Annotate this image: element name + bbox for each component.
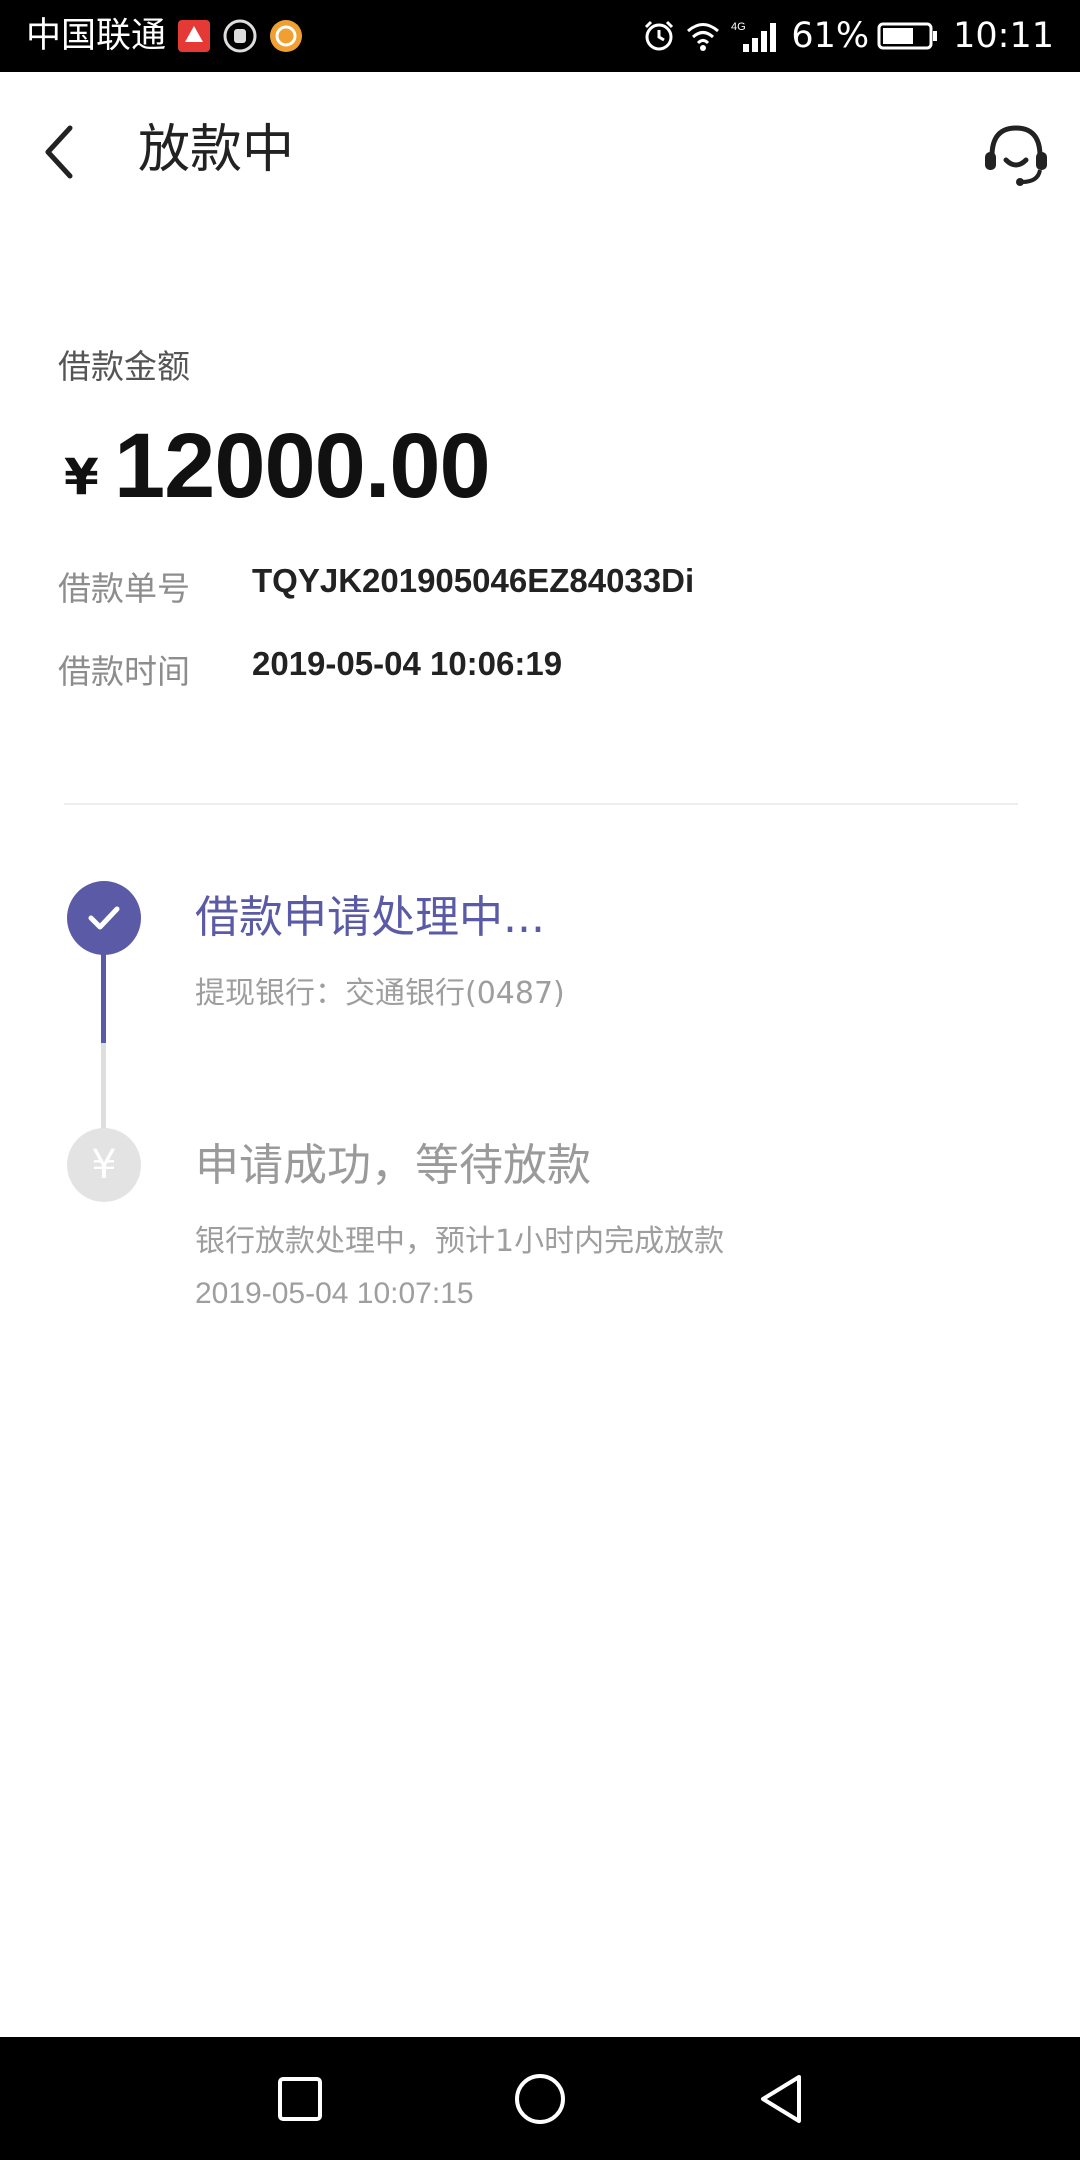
customer-service-button[interactable] <box>980 120 1052 192</box>
divider <box>64 803 1018 805</box>
back-button[interactable] <box>30 114 86 190</box>
battery-percent: 61% <box>791 16 870 56</box>
recent-apps-button[interactable] <box>262 2061 338 2137</box>
loan-amount: 12000.00 <box>114 415 491 517</box>
app-notification-icon <box>178 20 211 52</box>
order-number-label: 借款单号 <box>58 569 190 608</box>
signal-icon: 4G <box>731 21 777 52</box>
step-title: 借款申请处理中... <box>195 892 545 943</box>
step-subtitle: 银行放款处理中，预计1小时内完成放款 <box>195 1224 725 1259</box>
currency-symbol: ¥ <box>64 448 99 506</box>
yuan-icon: ¥ <box>91 1142 117 1188</box>
system-nav-bar <box>0 2037 1080 2160</box>
loan-time-label: 借款时间 <box>58 652 190 691</box>
chevron-left-icon <box>45 125 73 179</box>
circle-icon <box>515 2074 565 2124</box>
status-left: 中国联通 <box>26 0 304 72</box>
square-icon <box>278 2077 322 2121</box>
clock: 10:11 <box>953 16 1054 56</box>
wifi-icon <box>687 23 720 51</box>
page-title: 放款中 <box>138 120 295 180</box>
carrier-name: 中国联通 <box>26 16 167 56</box>
status-bar: 中国联通 4G 61% 10:11 <box>0 0 1080 72</box>
battery-icon <box>877 22 938 50</box>
loan-time-value: 2019-05-04 10:06:19 <box>252 645 563 682</box>
step-title: 申请成功，等待放款 <box>195 1140 591 1191</box>
home-button[interactable] <box>502 2061 578 2137</box>
hand-notification-icon <box>223 19 257 53</box>
timeline-line-pending <box>101 1043 106 1133</box>
step-active-indicator <box>67 881 141 955</box>
check-icon <box>88 906 120 930</box>
triangle-back-icon <box>761 2075 801 2123</box>
step-subtitle: 提现银行：交通银行(0487) <box>195 976 565 1011</box>
headset-icon <box>985 125 1047 186</box>
coin-notification-icon <box>270 20 303 52</box>
network-label: 4G <box>731 21 746 33</box>
timeline-line-active <box>101 950 106 1043</box>
amount-label: 借款金额 <box>58 347 190 386</box>
step-timestamp: 2019-05-04 10:07:15 <box>195 1277 474 1310</box>
nav-back-button[interactable] <box>742 2061 818 2137</box>
order-number-value: TQYJK201905046EZ84033Di <box>252 562 695 599</box>
status-right: 4G 61% 10:11 <box>641 0 1054 72</box>
alarm-icon <box>645 20 674 51</box>
app-bar: 放款中 <box>0 72 1080 232</box>
step-pending-indicator: ¥ <box>67 1128 141 1202</box>
